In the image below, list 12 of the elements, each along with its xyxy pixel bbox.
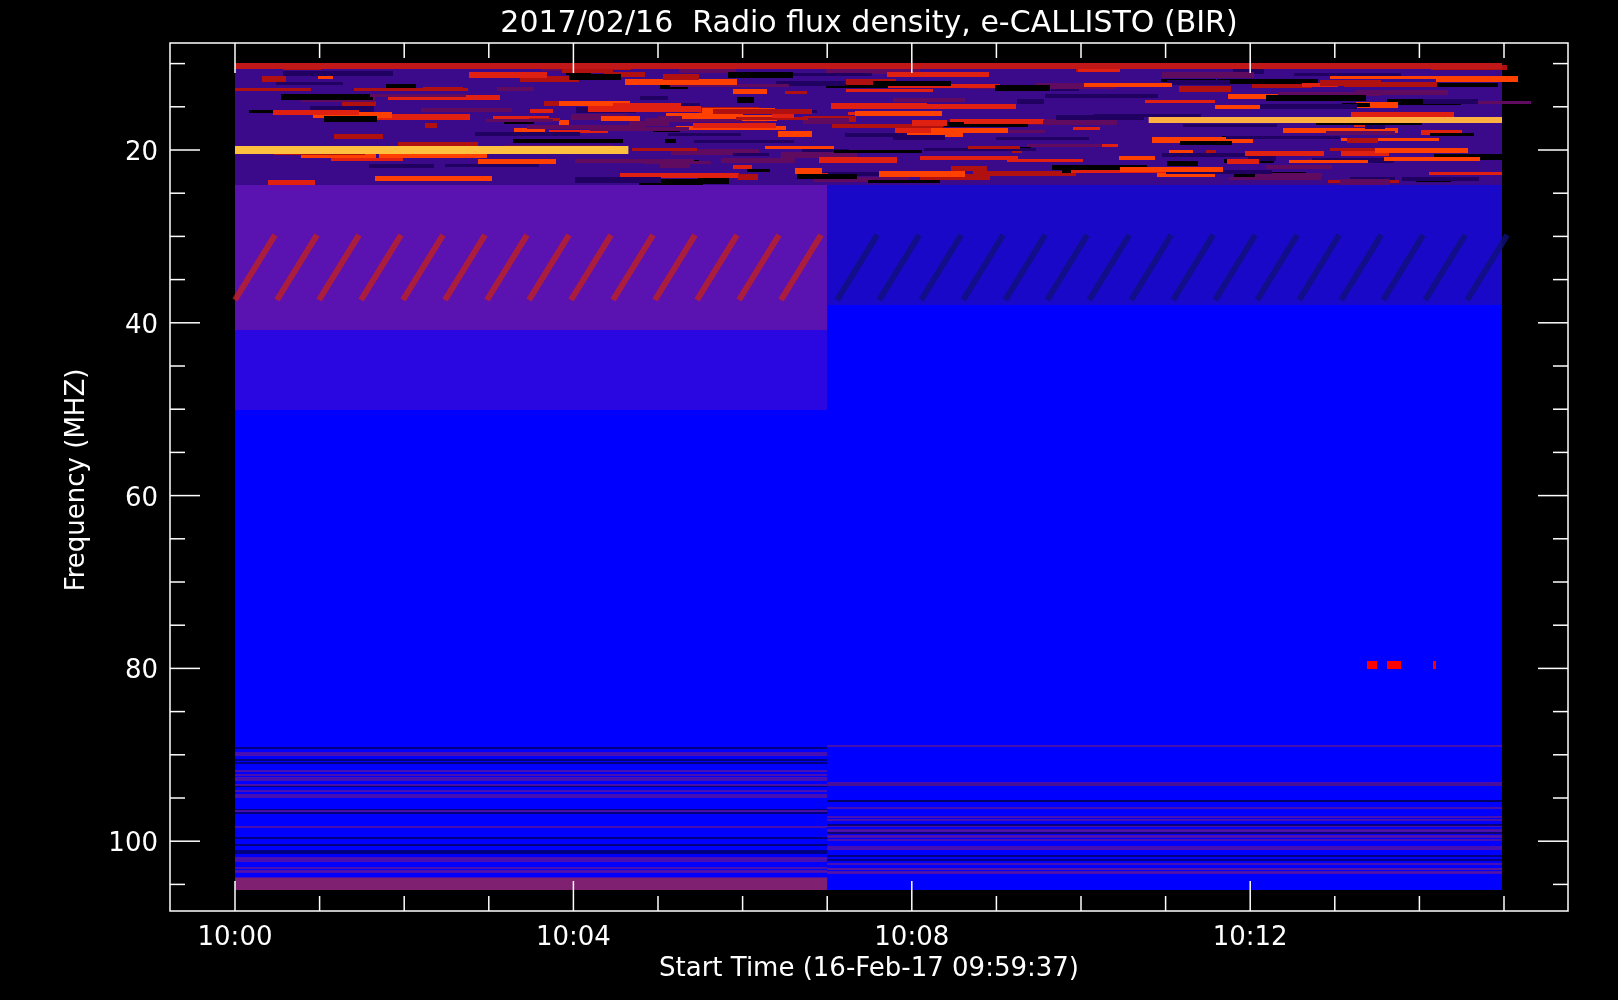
tick-label: 10:08 bbox=[874, 921, 950, 951]
tick-label: 40 bbox=[124, 308, 158, 339]
plot-title: 2017/02/16 Radio flux density, e-CALLISTO (BIR) bbox=[500, 4, 1238, 39]
tick-label: 100 bbox=[108, 827, 158, 858]
tick-label: 60 bbox=[124, 481, 158, 512]
tick-label: 80 bbox=[124, 654, 158, 685]
tick-label: 10:04 bbox=[535, 921, 611, 951]
tick-label: 20 bbox=[124, 136, 158, 166]
tick-label: 10:00 bbox=[197, 921, 273, 951]
axis-label: Start Time (16-Feb-17 09:59:37) bbox=[659, 952, 1079, 982]
axis-label: Frequency (MHZ) bbox=[60, 368, 90, 592]
tick-label: 10:12 bbox=[1212, 921, 1288, 951]
